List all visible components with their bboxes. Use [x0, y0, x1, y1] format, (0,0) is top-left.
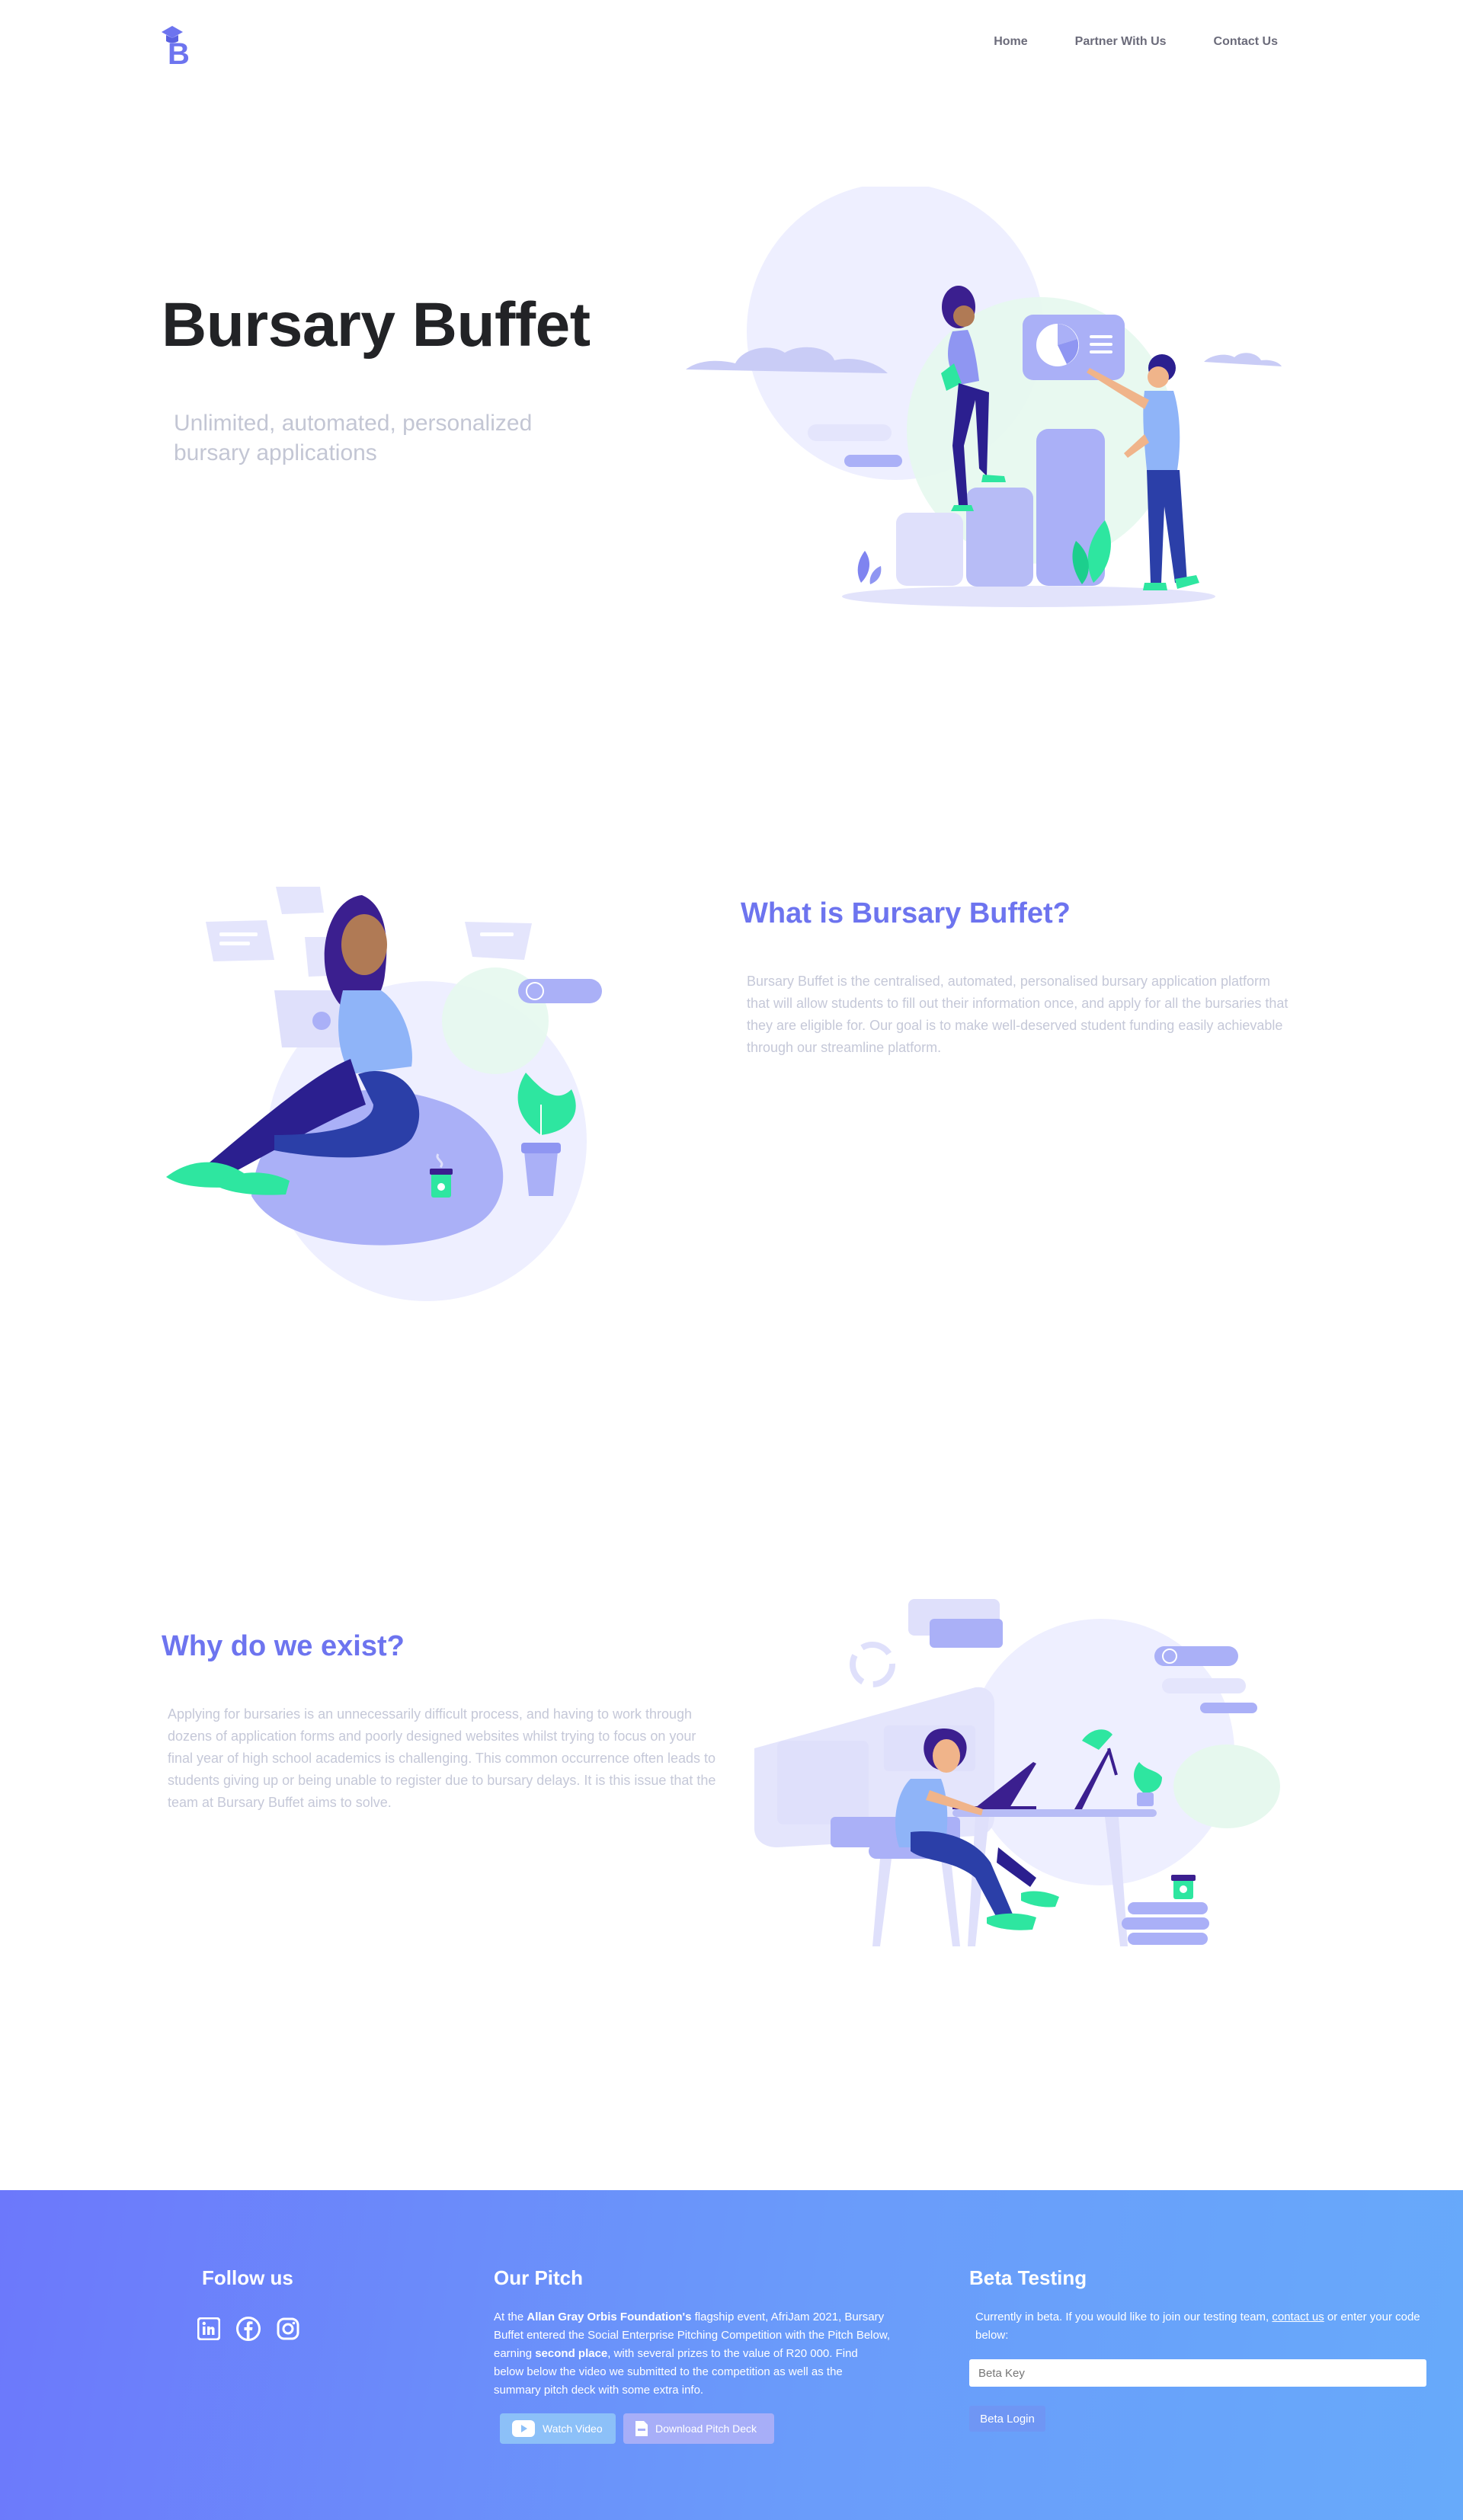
brand-logo[interactable]: B	[160, 23, 200, 71]
pdf-file-icon	[635, 2421, 648, 2436]
linkedin-icon[interactable]	[197, 2317, 221, 2341]
watch-video-button[interactable]: Watch Video	[500, 2413, 616, 2444]
top-nav: B Home Partner With Us Contact Us	[0, 0, 1463, 88]
pitch-buttons: Watch Video Download Pitch Deck	[500, 2413, 774, 2444]
about-illustration	[166, 887, 602, 1301]
hero-title: Bursary Buffet	[162, 290, 591, 360]
why-illustration	[754, 1599, 1280, 1946]
pitch-text: At the Allan Gray Orbis Foundation's fla…	[494, 2311, 891, 2397]
beta-heading: Beta Testing	[969, 2266, 1087, 2289]
beta-text: Currently in beta. If you would like to …	[975, 2311, 1420, 2342]
nav-links: Home Partner With Us Contact Us	[994, 35, 1278, 49]
watch-video-label: Watch Video	[543, 2422, 603, 2435]
download-pitch-deck-button[interactable]: Download Pitch Deck	[623, 2413, 774, 2444]
why-title: Why do we exist?	[162, 1630, 405, 1662]
nav-contact-us[interactable]: Contact Us	[1214, 35, 1278, 49]
contact-us-link[interactable]: contact us	[1272, 2311, 1324, 2323]
follow-heading: Follow us	[202, 2266, 293, 2289]
footer: Follow us Our Pitch At the Allan Gray Or…	[0, 2190, 1463, 2520]
pitch-foundation: Allan Gray Orbis Foundation's	[527, 2311, 692, 2323]
beta-key-input[interactable]	[969, 2359, 1426, 2387]
why-text: Applying for bursaries is an unnecessari…	[168, 1706, 716, 1810]
beta-login-button[interactable]: Beta Login	[969, 2406, 1045, 2432]
about-title: What is Bursary Buffet?	[741, 897, 1071, 929]
social-links	[197, 2317, 300, 2341]
download-pitch-deck-label: Download Pitch Deck	[655, 2422, 757, 2435]
hero-subtitle: Unlimited, automated, personalized bursa…	[174, 411, 533, 465]
pitch-heading: Our Pitch	[494, 2266, 584, 2289]
facebook-icon[interactable]	[236, 2317, 261, 2341]
youtube-icon	[512, 2420, 535, 2437]
about-text: Bursary Buffet is the centralised, autom…	[747, 974, 1289, 1055]
instagram-icon[interactable]	[276, 2317, 300, 2341]
nav-partner-with-us[interactable]: Partner With Us	[1075, 35, 1167, 49]
hero-illustration	[686, 187, 1282, 607]
nav-home[interactable]: Home	[994, 35, 1027, 49]
pitch-place: second place	[535, 2347, 608, 2360]
logo-letter: B	[168, 37, 190, 67]
